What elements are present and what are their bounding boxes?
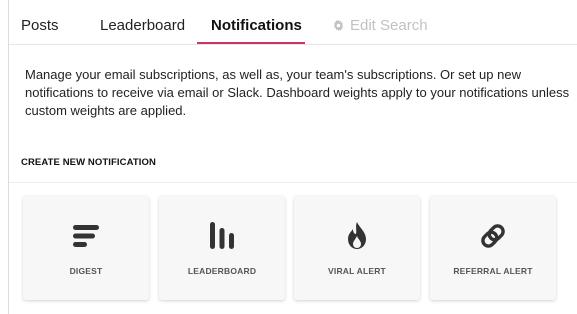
referral-alert-card[interactable]: REFERRAL ALERT (430, 196, 556, 300)
digest-lines-icon (73, 225, 99, 247)
notifications-panel: Posts Leaderboard Notifications Edit Sea… (8, 0, 577, 314)
tab-edit-search[interactable]: Edit Search (333, 17, 428, 35)
flame-icon (348, 222, 366, 249)
referral-alert-label: REFERRAL ALERT (453, 266, 533, 276)
notifications-description: Manage your email subscriptions, as well… (25, 67, 570, 118)
tab-notifications[interactable]: Notifications (211, 17, 302, 35)
viral-alert-label: VIRAL ALERT (328, 266, 386, 276)
viral-alert-card[interactable]: VIRAL ALERT (294, 196, 420, 300)
section-title: CREATE NEW NOTIFICATION (21, 157, 156, 168)
link-icon (481, 224, 505, 248)
active-tab-indicator (197, 42, 305, 44)
tab-posts[interactable]: Posts (21, 17, 59, 35)
leaderboard-bars-icon (210, 222, 234, 249)
tab-bar: Posts Leaderboard Notifications Edit Sea… (9, 0, 577, 45)
gear-icon (333, 20, 344, 31)
tab-edit-search-label: Edit Search (350, 17, 428, 34)
section-divider (9, 182, 577, 183)
tab-leaderboard[interactable]: Leaderboard (100, 17, 185, 35)
digest-card[interactable]: DIGEST (23, 196, 149, 300)
digest-label: DIGEST (69, 266, 103, 276)
leaderboard-card[interactable]: LEADERBOARD (159, 196, 285, 300)
leaderboard-label: LEADERBOARD (187, 266, 257, 276)
